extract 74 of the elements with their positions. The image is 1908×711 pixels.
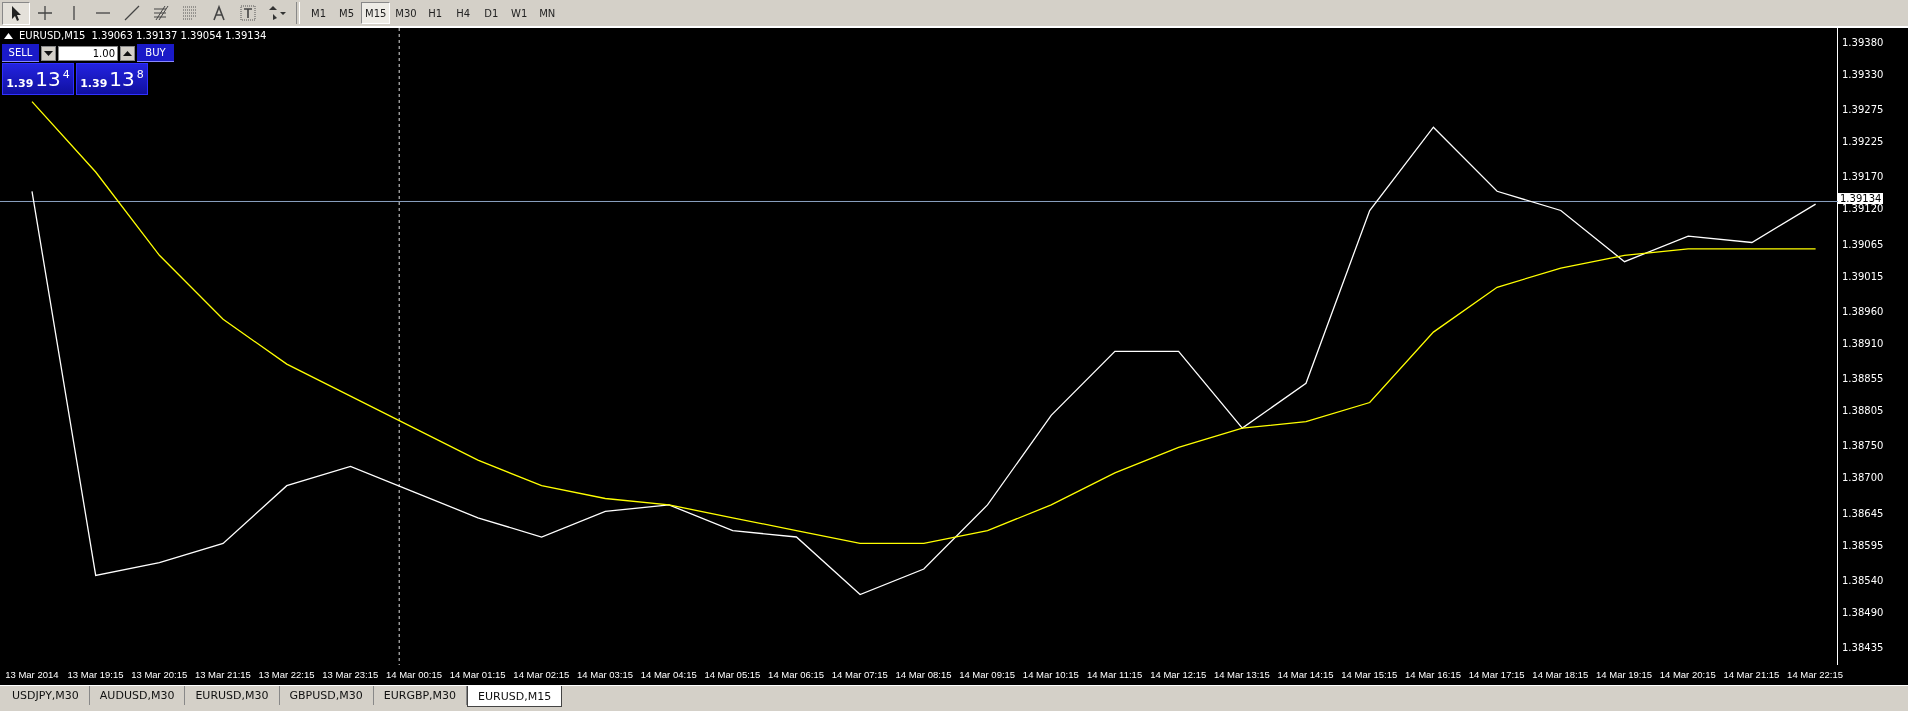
price-axis-label: 1.38750 bbox=[1842, 440, 1884, 452]
collapse-icon[interactable] bbox=[4, 32, 13, 39]
time-axis-label: 14 Mar 13:15 bbox=[1212, 669, 1271, 681]
time-axis-label: 13 Mar 20:15 bbox=[130, 669, 189, 681]
price-axis-label: 1.39380 bbox=[1842, 37, 1884, 48]
lot-decrease-button[interactable] bbox=[41, 45, 56, 61]
price-axis-label: 1.38540 bbox=[1842, 574, 1884, 586]
time-axis-label: 14 Mar 17:15 bbox=[1467, 669, 1526, 681]
timeframe-button[interactable]: M5 bbox=[333, 2, 360, 24]
time-axis-label: 13 Mar 19:15 bbox=[66, 669, 125, 681]
buy-button[interactable]: BUY bbox=[137, 44, 174, 62]
time-axis-label: 14 Mar 11:15 bbox=[1085, 669, 1144, 681]
time-axis-label: 14 Mar 06:15 bbox=[767, 669, 826, 681]
timeframe-button[interactable]: H4 bbox=[449, 2, 477, 24]
time-axis-label: 13 Mar 2014 bbox=[4, 669, 60, 681]
chart-tab[interactable]: AUDUSD,M30 bbox=[89, 686, 186, 705]
price-axis-label: 1.38805 bbox=[1842, 405, 1884, 417]
price-axis-label: 1.39170 bbox=[1842, 171, 1884, 183]
chart-tab[interactable]: USDJPY,M30 bbox=[2, 686, 90, 705]
chart-symbol: EURUSD,M15 bbox=[19, 30, 86, 41]
time-axis-label: 14 Mar 07:15 bbox=[830, 669, 889, 681]
chart-tab[interactable]: GBPUSD,M30 bbox=[279, 686, 374, 705]
timeframe-button[interactable]: M30 bbox=[391, 2, 421, 24]
time-axis-label: 13 Mar 21:15 bbox=[193, 669, 252, 681]
time-axis-label: 13 Mar 23:15 bbox=[321, 669, 380, 681]
price-axis-label: 1.38910 bbox=[1842, 337, 1884, 349]
time-axis-label: 14 Mar 15:15 bbox=[1340, 669, 1399, 681]
time-axis-label: 14 Mar 10:15 bbox=[1021, 669, 1080, 681]
time-axis-label: 14 Mar 08:15 bbox=[894, 669, 953, 681]
time-axis-label: 14 Mar 14:15 bbox=[1276, 669, 1335, 681]
sell-button[interactable]: SELL bbox=[2, 44, 39, 62]
price-axis-label: 1.38645 bbox=[1842, 507, 1884, 519]
chart-tab[interactable]: EURUSD,M30 bbox=[185, 686, 280, 705]
timeframe-button[interactable]: W1 bbox=[505, 2, 533, 24]
time-axis-label: 14 Mar 02:15 bbox=[512, 669, 571, 681]
time-axis-label: 14 Mar 05:15 bbox=[703, 669, 762, 681]
lot-size-field[interactable]: 1.00 bbox=[58, 45, 118, 61]
time-axis-label: 14 Mar 21:15 bbox=[1722, 669, 1781, 681]
price-axis-label: 1.38490 bbox=[1842, 606, 1884, 618]
ohlc-values: 1.39063 1.39137 1.39054 1.39134 bbox=[91, 30, 267, 41]
price-axis-label: 1.38700 bbox=[1842, 472, 1884, 484]
price-axis-label: 1.38960 bbox=[1842, 305, 1884, 317]
price-axis-label: 1.39015 bbox=[1842, 270, 1884, 282]
time-axis-label: 13 Mar 22:15 bbox=[257, 669, 316, 681]
price-axis-label: 1.39330 bbox=[1842, 69, 1884, 80]
time-axis-label: 14 Mar 18:15 bbox=[1531, 669, 1590, 681]
time-axis-label: 14 Mar 01:15 bbox=[448, 669, 507, 681]
time-axis-label: 14 Mar 20:15 bbox=[1658, 669, 1717, 681]
time-axis-label: 14 Mar 00:15 bbox=[384, 669, 443, 681]
price-axis-label: 1.38435 bbox=[1842, 642, 1884, 653]
time-axis-label: 14 Mar 22:15 bbox=[1786, 669, 1845, 681]
caret-down-icon bbox=[44, 50, 53, 56]
time-axis-label: 14 Mar 04:15 bbox=[639, 669, 698, 681]
time-axis-label: 14 Mar 16:15 bbox=[1403, 669, 1462, 681]
lot-increase-button[interactable] bbox=[120, 45, 135, 61]
price-axis-label: 1.38855 bbox=[1842, 373, 1884, 385]
price-axis-label: 1.39120 bbox=[1842, 203, 1884, 215]
chart-tab[interactable]: EURUSD,M15 bbox=[467, 686, 563, 707]
timeframe-button[interactable]: M15 bbox=[361, 2, 391, 24]
time-axis-label: 14 Mar 12:15 bbox=[1149, 669, 1208, 681]
price-axis-label: 1.39275 bbox=[1842, 104, 1884, 116]
time-axis-label: 14 Mar 03:15 bbox=[576, 669, 634, 681]
price-axis-label: 1.39065 bbox=[1842, 238, 1884, 250]
timeframe-button[interactable]: H1 bbox=[421, 2, 449, 24]
timeframe-button[interactable]: D1 bbox=[477, 2, 505, 24]
time-axis-label: 14 Mar 09:15 bbox=[958, 669, 1017, 681]
timeframe-button[interactable]: M1 bbox=[305, 2, 332, 24]
cursor-tool-icon[interactable] bbox=[2, 1, 30, 25]
caret-up-icon bbox=[123, 50, 132, 56]
current-price-label: 1.39134 bbox=[1838, 193, 1884, 205]
timeframe-button[interactable]: MN bbox=[533, 2, 561, 24]
time-axis-label: 14 Mar 19:15 bbox=[1595, 669, 1653, 681]
price-axis-label: 1.39225 bbox=[1842, 136, 1884, 148]
price-axis-label: 1.38595 bbox=[1842, 539, 1884, 551]
